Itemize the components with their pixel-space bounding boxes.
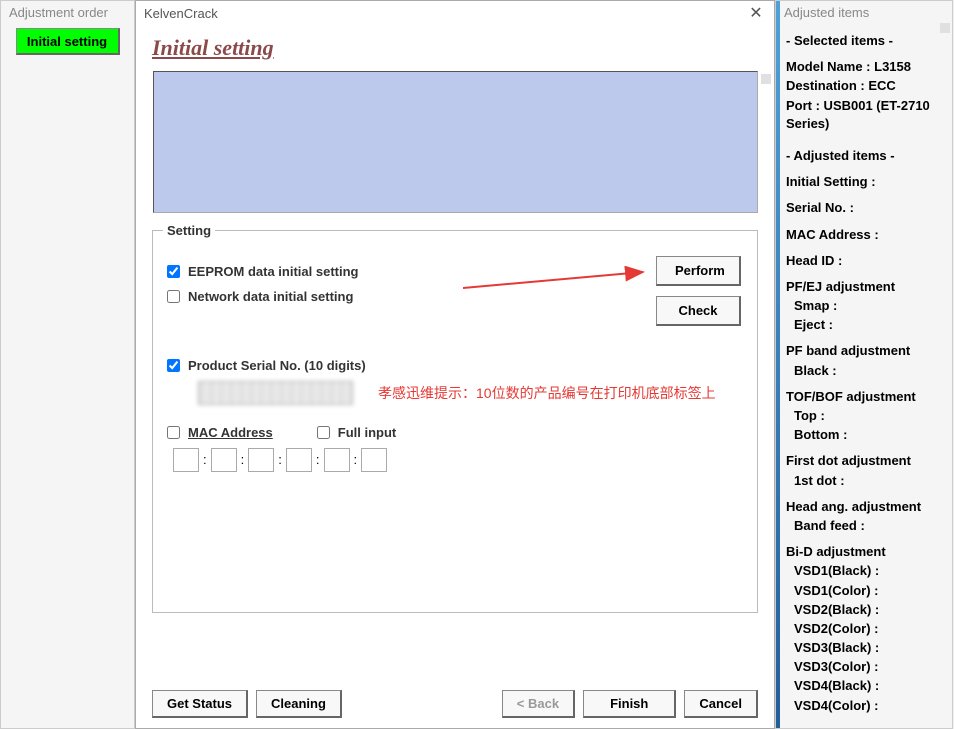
serial-input[interactable]	[198, 381, 353, 405]
back-button[interactable]: < Back	[502, 690, 575, 718]
serial-checkbox[interactable]	[167, 359, 180, 372]
scrollbar-up-icon[interactable]	[940, 23, 950, 33]
adjusted-subitem: VSD2(Black) :	[794, 601, 942, 619]
adjusted-subitem: VSD1(Black) :	[794, 562, 942, 580]
adjusted-item: MAC Address :	[786, 226, 942, 244]
setting-legend: Setting	[163, 223, 215, 238]
adjusted-item: PF band adjustment	[786, 342, 942, 360]
adjusted-item: PF/EJ adjustment	[786, 278, 942, 296]
adjusted-subitem: VSD3(Black) :	[794, 639, 942, 657]
adjusted-item: Head ID :	[786, 252, 942, 270]
adjusted-item: Head ang. adjustment	[786, 498, 942, 516]
annotation-text: 孝感迅维提示：10位数的产品编号在打印机底部标签上	[378, 383, 716, 403]
network-label: Network data initial setting	[188, 289, 353, 304]
mac-checkbox[interactable]	[167, 426, 180, 439]
adjusted-subitem: Black :	[794, 362, 942, 380]
adjusted-items-body: - Selected items - Model Name : L3158 De…	[776, 24, 952, 728]
destination: Destination : ECC	[786, 77, 942, 95]
adjusted-items-header: Adjusted items	[776, 1, 952, 24]
mac-field-2[interactable]	[211, 448, 237, 472]
adjusted-subitem: VSD4(Color) :	[794, 697, 942, 715]
adjusted-item: Initial Setting :	[786, 173, 942, 191]
adjustment-order-header: Adjustment order	[1, 1, 134, 24]
adjusted-subitem: Top :	[794, 407, 942, 425]
get-status-button[interactable]: Get Status	[152, 690, 248, 718]
adjusted-subitem: VSD2(Color) :	[794, 620, 942, 638]
bottom-button-bar: Get Status Cleaning < Back Finish Cancel	[136, 684, 774, 728]
adjusted-item: Serial No. :	[786, 199, 942, 217]
adjusted-item: First dot adjustment	[786, 452, 942, 470]
adjusted-item: Bi-D adjustment	[786, 543, 942, 561]
mac-field-5[interactable]	[324, 448, 350, 472]
finish-button[interactable]: Finish	[583, 690, 676, 718]
log-textarea[interactable]	[153, 71, 758, 213]
adjusted-subitem: Eject :	[794, 316, 942, 334]
adjusted-subitem: VSD3(Color) :	[794, 658, 942, 676]
mac-label: MAC Address	[188, 425, 273, 440]
network-checkbox[interactable]	[167, 290, 180, 303]
mac-field-6[interactable]	[361, 448, 387, 472]
adjusted-subitem: VSD1(Color) :	[794, 582, 942, 600]
eeprom-label: EEPROM data initial setting	[188, 264, 358, 279]
adjusted-subitem: Bottom :	[794, 426, 942, 444]
setting-group: Setting EEPROM data initial setting Netw…	[152, 223, 758, 613]
close-button[interactable]: ✕	[746, 3, 766, 23]
mac-field-4[interactable]	[286, 448, 312, 472]
adjusted-item: TOF/BOF adjustment	[786, 388, 942, 406]
adjustment-order-panel: Adjustment order Initial setting	[0, 0, 135, 729]
full-input-checkbox[interactable]	[317, 426, 330, 439]
cancel-button[interactable]: Cancel	[684, 690, 758, 718]
initial-setting-button[interactable]: Initial setting	[16, 28, 120, 55]
adjusted-subitem: Band feed :	[794, 517, 942, 535]
model-name: Model Name : L3158	[786, 58, 942, 76]
window-title: KelvenCrack	[144, 6, 218, 21]
mac-field-3[interactable]	[248, 448, 274, 472]
perform-button[interactable]: Perform	[656, 256, 741, 286]
eeprom-checkbox[interactable]	[167, 265, 180, 278]
full-input-label: Full input	[338, 425, 396, 440]
serial-label: Product Serial No. (10 digits)	[188, 358, 366, 373]
adjusted-items-subheader: - Adjusted items -	[786, 147, 942, 165]
adjusted-items-panel: Adjusted items - Selected items - Model …	[775, 0, 953, 729]
main-dialog: KelvenCrack ✕ Initial setting Setting EE…	[135, 0, 775, 729]
selected-items-header: - Selected items -	[786, 32, 942, 50]
port-line1: Port : USB001 (ET-2710	[786, 97, 942, 115]
mac-field-1[interactable]	[173, 448, 199, 472]
panel-accent	[776, 1, 780, 728]
adjusted-subitem: VSD4(Black) :	[794, 677, 942, 695]
scrollbar-up-icon[interactable]	[761, 74, 771, 84]
page-title: Initial setting	[152, 35, 758, 61]
check-button[interactable]: Check	[656, 296, 741, 326]
adjusted-subitem: 1st dot :	[794, 472, 942, 490]
port-line2: Series)	[786, 115, 942, 133]
cleaning-button[interactable]: Cleaning	[256, 690, 342, 718]
titlebar: KelvenCrack ✕	[136, 1, 774, 25]
adjusted-subitem: Smap :	[794, 297, 942, 315]
